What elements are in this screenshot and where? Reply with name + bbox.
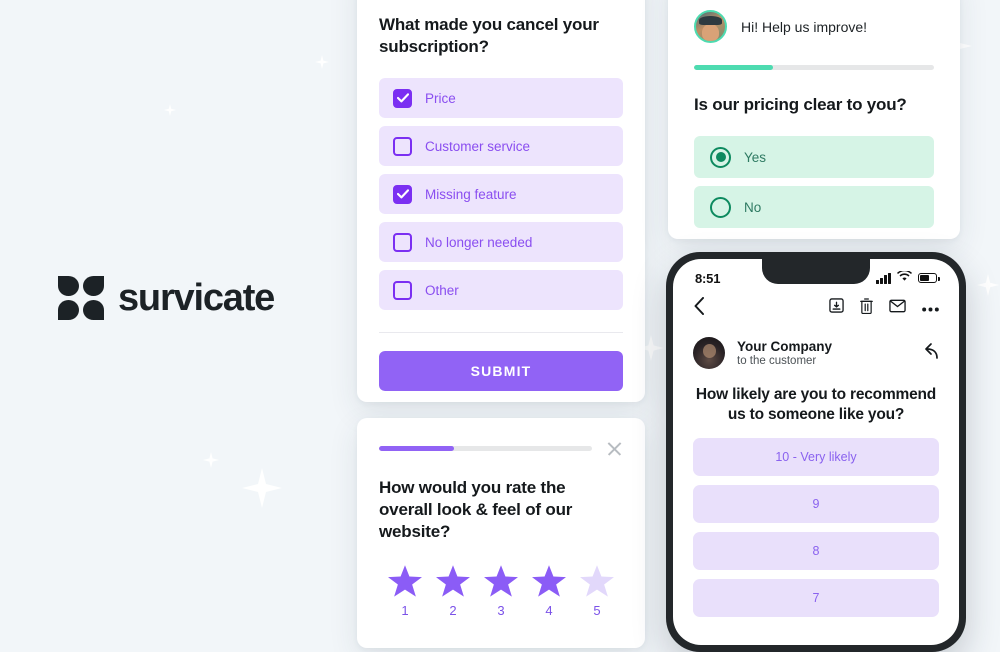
rating-card-top-row (379, 418, 623, 457)
survicate-logo: survicate (58, 276, 275, 320)
nps-option-row[interactable]: 10 - Very likely (693, 438, 939, 477)
radio-option-label: Yes (744, 149, 767, 165)
checkbox-option-label: Missing feature (425, 186, 517, 202)
pricing-survey-card: Hi! Help us improve! Is our pricing clea… (668, 0, 960, 239)
progress-bar-fill (694, 65, 774, 70)
progress-bar-rating (379, 446, 592, 451)
sparkle-icon (203, 452, 219, 468)
trash-icon[interactable] (860, 297, 873, 319)
star-rating-item[interactable]: 3 (482, 565, 520, 618)
nps-option-list: 10 - Very likely 9 8 7 (693, 438, 939, 618)
star-icon[interactable] (388, 565, 422, 597)
phone-mockup: 8:51 Your Company to the customer How li… (666, 252, 966, 652)
radio-option-row[interactable]: No (694, 186, 934, 229)
checkbox-icon[interactable] (393, 136, 412, 156)
reply-icon[interactable] (919, 342, 939, 365)
radio-option-row[interactable]: Yes (694, 136, 934, 179)
progress-bar-pricing (694, 65, 934, 70)
greeting-row: Hi! Help us improve! (694, 0, 934, 43)
phone-notch (762, 259, 870, 284)
avatar (693, 337, 725, 369)
checkbox-icon[interactable] (393, 280, 412, 300)
cancel-survey-card: What made you cancel your subscription? … (357, 0, 645, 402)
nps-option-label: 9 (812, 497, 820, 512)
checkbox-option-label: No longer needed (425, 234, 533, 250)
star-icon[interactable] (436, 565, 470, 597)
star-rating-group: 1 2 3 4 5 (379, 565, 623, 618)
pricing-survey-option-list: Yes No (694, 136, 934, 229)
star-icon[interactable] (532, 565, 566, 597)
star-rating-item[interactable]: 2 (434, 565, 472, 618)
star-rating-number: 5 (593, 603, 601, 619)
rating-survey-question: How would you rate the overall look & fe… (379, 478, 573, 542)
sparkle-icon (242, 468, 282, 508)
checkbox-option-row[interactable]: Price (379, 78, 623, 119)
checkbox-option-row[interactable]: No longer needed (379, 222, 623, 263)
logo-leaf-bottom-left (58, 300, 79, 320)
checkbox-option-label: Price (425, 90, 456, 106)
card-divider (379, 332, 623, 334)
checkbox-icon[interactable] (393, 88, 412, 108)
survicate-logo-mark (58, 276, 104, 320)
star-rating-item[interactable]: 1 (386, 565, 424, 618)
sparkle-icon (977, 274, 999, 296)
survicate-logo-text: survicate (118, 276, 275, 319)
avatar (694, 10, 727, 43)
email-sender-row: Your Company to the customer (673, 325, 959, 369)
sender-meta: Your Company to the customer (737, 339, 907, 367)
checkbox-option-label: Other (425, 282, 459, 298)
star-rating-number: 1 (401, 603, 409, 619)
progress-bar-fill (379, 446, 454, 451)
star-rating-number: 3 (497, 603, 505, 619)
archive-icon[interactable] (829, 298, 844, 318)
logo-leaf-top-left (58, 276, 79, 296)
checkbox-option-row[interactable]: Customer service (379, 126, 623, 167)
sender-name: Your Company (737, 339, 833, 354)
mail-icon[interactable] (889, 299, 906, 318)
mail-toolbar-actions (829, 297, 939, 319)
star-icon[interactable] (580, 565, 614, 597)
star-icon[interactable] (484, 565, 518, 597)
checkbox-option-row[interactable]: Missing feature (379, 174, 623, 215)
star-rating-number: 2 (449, 603, 457, 619)
checkbox-option-row[interactable]: Other (379, 270, 623, 311)
sender-subtitle: to the customer (737, 355, 817, 367)
rating-survey-card: How would you rate the overall look & fe… (357, 418, 645, 648)
wifi-icon (897, 269, 912, 287)
checkbox-option-label: Customer service (425, 138, 531, 154)
radio-option-label: No (744, 199, 762, 215)
radio-icon[interactable] (710, 146, 731, 168)
star-rating-number: 4 (545, 603, 553, 619)
radio-icon[interactable] (710, 196, 731, 218)
back-icon[interactable] (693, 296, 705, 320)
logo-leaf-bottom-right (83, 300, 104, 320)
nps-option-row[interactable]: 9 (693, 485, 939, 524)
more-icon[interactable] (922, 299, 939, 317)
logo-leaf-top-right (83, 276, 104, 296)
sparkle-icon (315, 55, 329, 69)
mail-toolbar (673, 291, 959, 325)
close-icon[interactable] (606, 440, 623, 457)
nps-option-label: 7 (812, 591, 820, 606)
submit-button[interactable]: SUBMIT (379, 351, 623, 392)
phone-screen: 8:51 Your Company to the customer How li… (673, 259, 959, 645)
cancel-survey-option-list: Price Customer service Missing feature No l… (379, 78, 623, 311)
pricing-survey-question: Is our pricing clear to you? (694, 95, 907, 114)
star-rating-item[interactable]: 5 (578, 565, 616, 618)
status-bar-icons (876, 269, 940, 287)
status-bar-clock: 8:51 (695, 270, 721, 286)
nps-option-label: 8 (812, 544, 820, 559)
nps-option-label: 10 - Very likely (775, 450, 857, 465)
battery-icon (918, 273, 940, 283)
star-rating-item[interactable]: 4 (530, 565, 568, 618)
sparkle-icon (164, 104, 176, 116)
cancel-survey-question: What made you cancel your subscription? (379, 15, 599, 57)
nps-option-row[interactable]: 7 (693, 579, 939, 618)
nps-question: How likely are you to recommend us to so… (695, 386, 937, 423)
greeting-text: Hi! Help us improve! (741, 18, 868, 35)
checkbox-icon[interactable] (393, 232, 412, 252)
cellular-signal-icon (876, 272, 891, 284)
checkbox-icon[interactable] (393, 184, 412, 204)
nps-option-row[interactable]: 8 (693, 532, 939, 571)
